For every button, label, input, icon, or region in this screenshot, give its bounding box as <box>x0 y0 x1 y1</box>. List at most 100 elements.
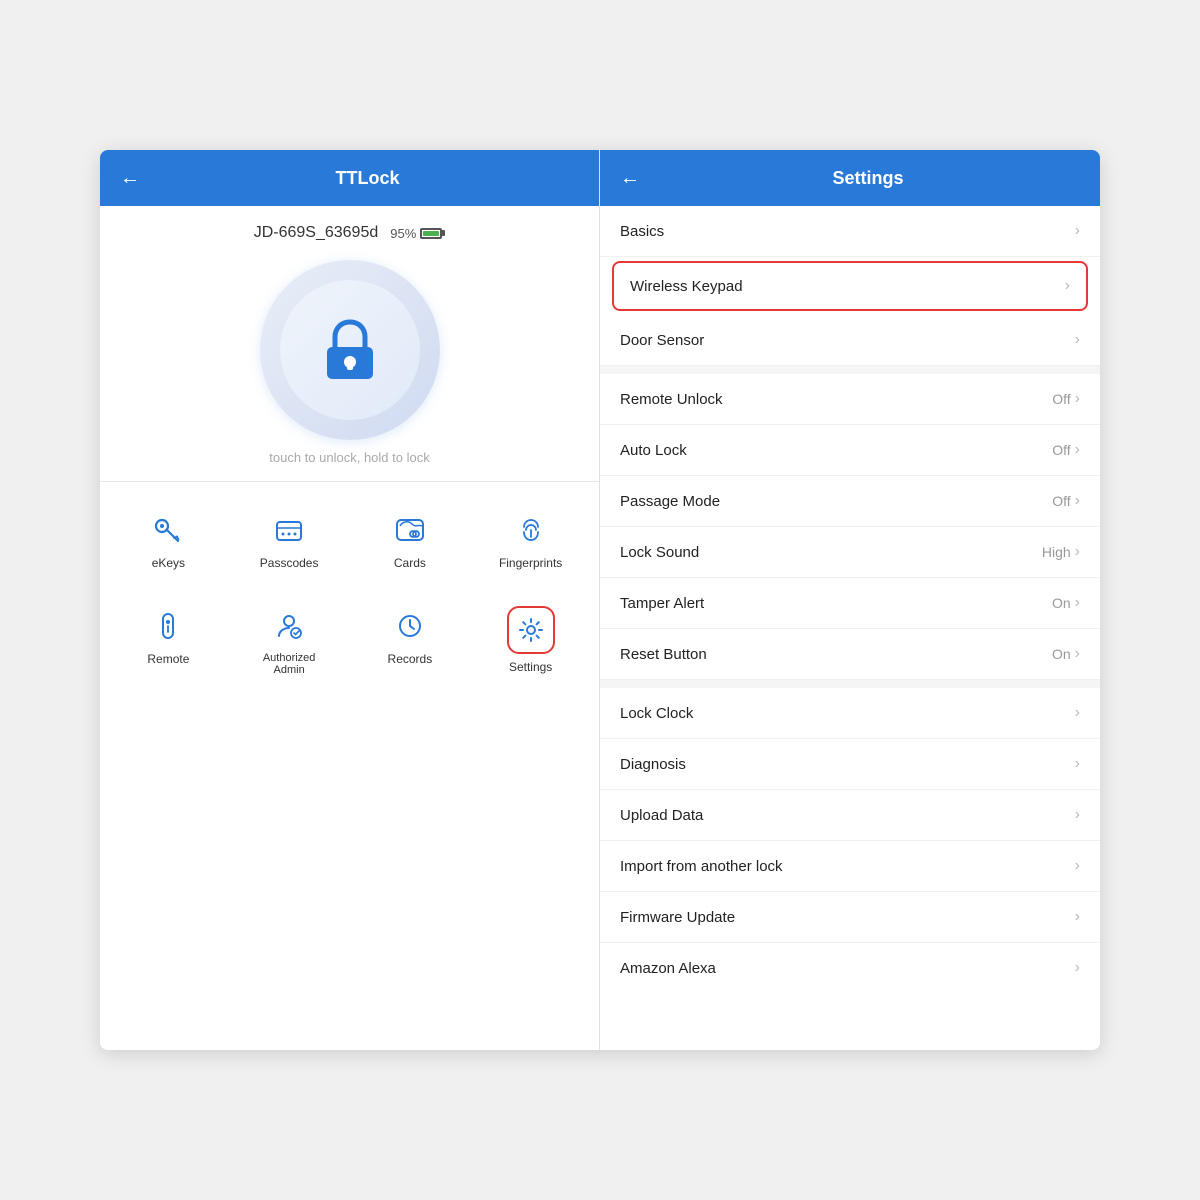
settings-item-amazon-alexa[interactable]: Amazon Alexa › <box>600 943 1100 993</box>
grid-row2: Remote AuthorizedAdmin <box>100 590 599 700</box>
remote-unlock-right: Off › <box>1052 390 1080 408</box>
left-panel: ← TTLock JD-669S_63695d 95% <box>100 150 600 1050</box>
ekeys-label: eKeys <box>152 556 185 570</box>
grid-item-remote[interactable]: Remote <box>108 594 229 688</box>
device-id-label: JD-669S_63695d <box>254 224 379 242</box>
import-lock-chevron: › <box>1075 857 1080 875</box>
grid-item-ekeys[interactable]: eKeys <box>108 498 229 582</box>
settings-item-door-sensor[interactable]: Door Sensor › <box>600 315 1100 366</box>
unlock-hint: touch to unlock, hold to lock <box>100 440 599 481</box>
lock-circle[interactable] <box>100 250 599 440</box>
diagnosis-chevron: › <box>1075 755 1080 773</box>
settings-item-lock-sound[interactable]: Lock Sound High › <box>600 527 1100 578</box>
auto-lock-value: Off <box>1052 442 1070 458</box>
left-back-button[interactable]: ← <box>120 167 140 190</box>
grid-item-fingerprints[interactable]: Fingerprints <box>470 498 591 582</box>
grid-row1: eKeys Passcodes <box>100 482 599 590</box>
amazon-alexa-right: › <box>1075 959 1080 977</box>
wireless-keypad-chevron: › <box>1065 277 1070 295</box>
settings-item-passage-mode[interactable]: Passage Mode Off › <box>600 476 1100 527</box>
section-gap-2 <box>600 680 1100 688</box>
authorized-admin-label: AuthorizedAdmin <box>263 652 316 676</box>
settings-label: Settings <box>509 660 552 674</box>
settings-item-remote-unlock[interactable]: Remote Unlock Off › <box>600 374 1100 425</box>
door-sensor-chevron: › <box>1075 331 1080 349</box>
amazon-alexa-chevron: › <box>1075 959 1080 977</box>
section-gap-1 <box>600 366 1100 374</box>
records-label: Records <box>388 652 433 666</box>
settings-item-auto-lock[interactable]: Auto Lock Off › <box>600 425 1100 476</box>
basics-label: Basics <box>620 223 664 240</box>
settings-item-basics[interactable]: Basics › <box>600 206 1100 257</box>
auto-lock-chevron: › <box>1075 441 1080 459</box>
left-header-title: TTLock <box>156 168 579 189</box>
settings-item-firmware-update[interactable]: Firmware Update › <box>600 892 1100 943</box>
lock-sound-right: High › <box>1042 543 1080 561</box>
device-info: JD-669S_63695d 95% <box>100 206 599 250</box>
firmware-update-label: Firmware Update <box>620 909 735 926</box>
diagnosis-right: › <box>1075 755 1080 773</box>
import-lock-right: › <box>1075 857 1080 875</box>
remote-unlock-chevron: › <box>1075 390 1080 408</box>
battery-icon <box>420 228 445 239</box>
reset-button-value: On <box>1052 646 1071 662</box>
diagnosis-label: Diagnosis <box>620 756 686 773</box>
upload-data-right: › <box>1075 806 1080 824</box>
amazon-alexa-label: Amazon Alexa <box>620 960 716 977</box>
door-sensor-right: › <box>1075 331 1080 349</box>
passcodes-label: Passcodes <box>260 556 319 570</box>
grid-item-cards[interactable]: Cards <box>350 498 471 582</box>
lock-sound-chevron: › <box>1075 543 1080 561</box>
settings-item-wireless-keypad[interactable]: Wireless Keypad › <box>612 261 1088 311</box>
lock-clock-label: Lock Clock <box>620 705 693 722</box>
remote-unlock-label: Remote Unlock <box>620 391 723 408</box>
grid-item-settings[interactable]: Settings <box>470 594 591 688</box>
grid-item-passcodes[interactable]: Passcodes <box>229 498 350 582</box>
remote-label: Remote <box>147 652 189 666</box>
settings-item-upload-data[interactable]: Upload Data › <box>600 790 1100 841</box>
left-header: ← TTLock <box>100 150 599 206</box>
passage-mode-chevron: › <box>1075 492 1080 510</box>
lock-sound-label: Lock Sound <box>620 544 699 561</box>
lock-sound-value: High <box>1042 544 1071 560</box>
lock-clock-right: › <box>1075 704 1080 722</box>
fingerprints-label: Fingerprints <box>499 556 562 570</box>
grid-item-authorized-admin[interactable]: AuthorizedAdmin <box>229 594 350 688</box>
authorized-admin-icon <box>269 606 309 646</box>
auto-lock-right: Off › <box>1052 441 1080 459</box>
right-header: ← Settings <box>600 150 1100 206</box>
door-sensor-label: Door Sensor <box>620 332 704 349</box>
firmware-update-right: › <box>1075 908 1080 926</box>
upload-data-label: Upload Data <box>620 807 703 824</box>
settings-item-diagnosis[interactable]: Diagnosis › <box>600 739 1100 790</box>
settings-item-tamper-alert[interactable]: Tamper Alert On › <box>600 578 1100 629</box>
cards-label: Cards <box>394 556 426 570</box>
fingerprints-icon <box>511 510 551 550</box>
settings-item-import-lock[interactable]: Import from another lock › <box>600 841 1100 892</box>
records-icon <box>390 606 430 646</box>
right-back-button[interactable]: ← <box>620 167 640 190</box>
battery-container: 95% <box>390 226 445 241</box>
wireless-keypad-label: Wireless Keypad <box>630 278 743 295</box>
lock-clock-chevron: › <box>1075 704 1080 722</box>
settings-item-lock-clock[interactable]: Lock Clock › <box>600 688 1100 739</box>
battery-pct-label: 95% <box>390 226 416 241</box>
grid-item-records[interactable]: Records <box>350 594 471 688</box>
basics-right: › <box>1075 222 1080 240</box>
right-panel: ← Settings Basics › Wireless Keypad › Do… <box>600 150 1100 1050</box>
app-container: ← TTLock JD-669S_63695d 95% <box>100 150 1100 1050</box>
wireless-keypad-right: › <box>1065 277 1070 295</box>
reset-button-chevron: › <box>1075 645 1080 663</box>
tamper-alert-label: Tamper Alert <box>620 595 704 612</box>
right-header-title: Settings <box>656 168 1080 189</box>
passage-mode-right: Off › <box>1052 492 1080 510</box>
import-lock-label: Import from another lock <box>620 858 783 875</box>
passage-mode-label: Passage Mode <box>620 493 720 510</box>
tamper-alert-chevron: › <box>1075 594 1080 612</box>
passcodes-icon <box>269 510 309 550</box>
upload-data-chevron: › <box>1075 806 1080 824</box>
settings-icon-box <box>507 606 555 654</box>
settings-item-reset-button[interactable]: Reset Button On › <box>600 629 1100 680</box>
firmware-update-chevron: › <box>1075 908 1080 926</box>
settings-list: Basics › Wireless Keypad › Door Sensor › <box>600 206 1100 1050</box>
